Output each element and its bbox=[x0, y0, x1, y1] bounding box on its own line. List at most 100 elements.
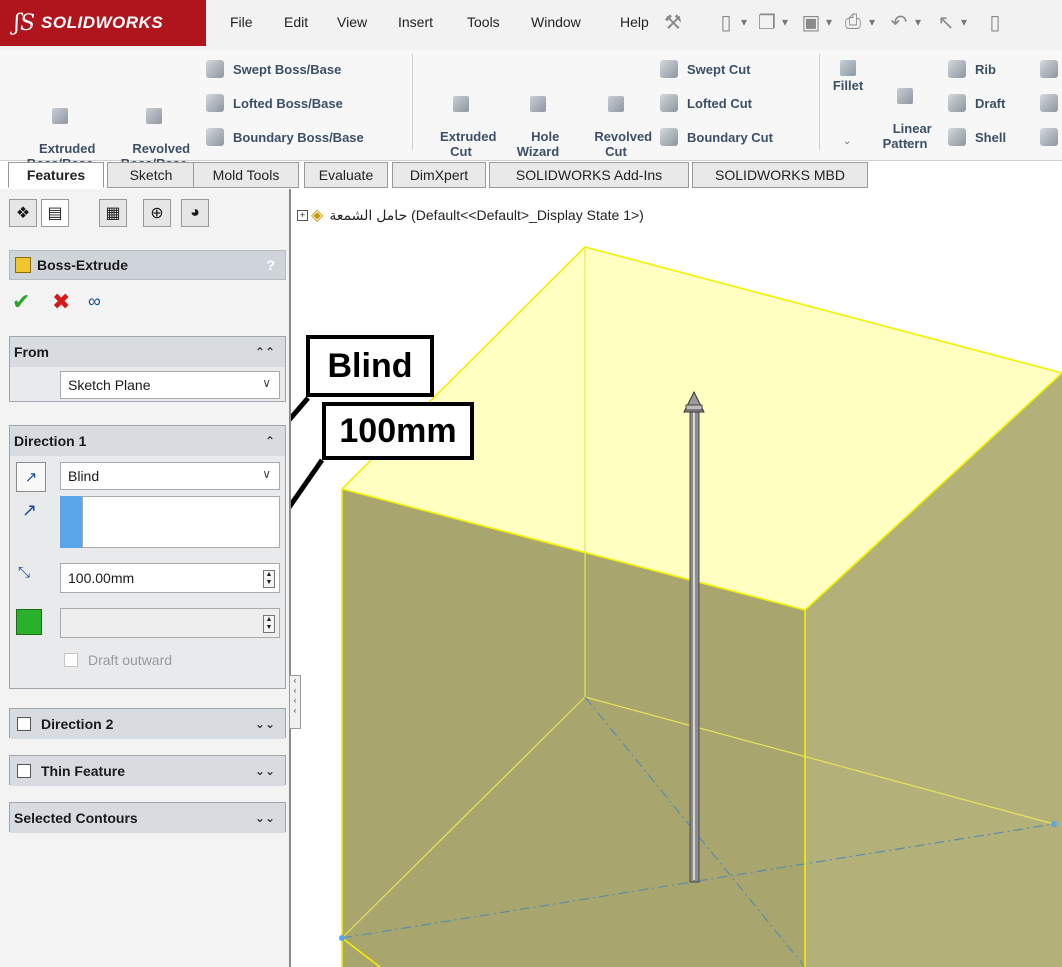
from-select-value: Sketch Plane bbox=[68, 377, 151, 393]
extruded-cut-icon bbox=[453, 96, 469, 112]
expand-icon[interactable]: ⌄⌄ bbox=[255, 717, 275, 731]
wrap-button[interactable] bbox=[1040, 60, 1062, 78]
cancel-x-icon[interactable]: ✖ bbox=[52, 289, 70, 315]
configuration-manager-tab-icon[interactable]: ▦ bbox=[99, 199, 127, 227]
menu-edit[interactable]: Edit bbox=[284, 14, 308, 30]
tab-solidworks-add-ins[interactable]: SOLIDWORKS Add-Ins bbox=[489, 162, 689, 188]
selected-contours-group[interactable]: Selected Contours ⌄⌄ bbox=[9, 802, 286, 833]
feature-title: Boss-Extrude bbox=[37, 257, 129, 273]
fillet-button[interactable]: Fillet bbox=[826, 60, 870, 93]
direction1-group: Direction 1 ⌃ ↗ Blind ∨ ↗ ⤡ 100.00mm ▲ ▼ ▲… bbox=[9, 425, 286, 689]
detailed-preview-icon[interactable]: ∞ bbox=[88, 291, 101, 312]
display-manager-tab-icon[interactable]: ◕ bbox=[181, 199, 209, 227]
feature-tree-root[interactable]: + ◈ حامل الشمعة (Default<<Default>_Displ… bbox=[297, 205, 644, 225]
direction-selection-box[interactable] bbox=[82, 496, 280, 548]
thin-feature-group[interactable]: Thin Feature ⌄⌄ bbox=[9, 755, 286, 786]
selected-contours-header[interactable]: Selected Contours ⌄⌄ bbox=[10, 803, 285, 833]
chevron-down-icon[interactable]: ▾ bbox=[866, 10, 878, 34]
tab-evaluate[interactable]: Evaluate bbox=[304, 162, 388, 188]
menu-view[interactable]: View bbox=[337, 14, 367, 30]
direction1-header[interactable]: Direction 1 ⌃ bbox=[10, 426, 285, 456]
extruded-boss-icon bbox=[52, 108, 68, 124]
ok-check-icon[interactable]: ✔ bbox=[12, 289, 30, 315]
collapse-icon[interactable]: ⌃ bbox=[265, 434, 275, 448]
chevron-down-icon[interactable]: ▾ bbox=[779, 10, 791, 34]
boundary-boss-button[interactable]: Boundary Boss/Base bbox=[206, 128, 364, 146]
depth-input[interactable]: 100.00mm ▲ ▼ bbox=[60, 563, 280, 593]
chevron-down-icon[interactable]: ⌄ bbox=[843, 136, 851, 147]
menu-help[interactable]: Help bbox=[620, 14, 649, 30]
feature-manager-tab-icon[interactable]: ❖ bbox=[9, 199, 37, 227]
depth-callout: 100mm bbox=[322, 402, 474, 460]
direction2-header[interactable]: Direction 2 ⌄⌄ bbox=[10, 709, 285, 739]
revolved-cut-icon bbox=[608, 96, 624, 112]
depth-spin-icon[interactable]: ▲ ▼ bbox=[263, 570, 275, 588]
draft-outward-checkbox[interactable]: Draft outward bbox=[60, 652, 172, 668]
mirror-icon bbox=[1040, 128, 1058, 146]
reverse-direction-icon[interactable]: ↗ bbox=[16, 462, 46, 492]
menu-insert[interactable]: Insert bbox=[398, 14, 433, 30]
save-icon[interactable]: ▣ bbox=[800, 10, 822, 34]
chevron-down-icon[interactable]: ▾ bbox=[823, 10, 835, 34]
help-icon[interactable]: ? bbox=[266, 257, 275, 273]
thin-feature-header[interactable]: Thin Feature ⌄⌄ bbox=[10, 756, 285, 786]
from-select[interactable]: Sketch Plane ∨ bbox=[60, 371, 280, 399]
chevron-down-icon[interactable]: ∨ bbox=[262, 376, 271, 390]
print-icon[interactable]: ⎙ bbox=[842, 10, 864, 34]
lofted-boss-button[interactable]: Lofted Boss/Base bbox=[206, 94, 343, 112]
chevron-down-icon[interactable]: ⌄ bbox=[902, 136, 910, 147]
open-document-icon[interactable]: ❐ bbox=[756, 10, 778, 34]
chevron-down-icon[interactable]: ▾ bbox=[912, 10, 924, 34]
tab-mold-tools[interactable]: Mold Tools bbox=[193, 162, 299, 188]
graphics-viewport[interactable] bbox=[291, 189, 1062, 967]
menu-tools[interactable]: Tools bbox=[467, 14, 500, 30]
chevron-down-icon[interactable]: ▾ bbox=[738, 10, 750, 34]
chevron-down-icon[interactable]: ∨ bbox=[262, 467, 271, 481]
rebuild-icon[interactable]: ▯ bbox=[984, 10, 1006, 34]
hole-wizard-button[interactable]: Hole Wizard bbox=[507, 66, 569, 174]
direction2-header-label: Direction 2 bbox=[41, 716, 114, 732]
new-document-icon[interactable]: ▯ bbox=[715, 10, 737, 34]
lofted-cut-button[interactable]: Lofted Cut bbox=[660, 94, 752, 112]
end-condition-select[interactable]: Blind ∨ bbox=[60, 462, 280, 490]
linear-pattern-button[interactable]: Linear Pattern bbox=[874, 58, 936, 166]
select-pointer-icon[interactable]: ↖ bbox=[935, 10, 957, 34]
boundary-cut-button[interactable]: Boundary Cut bbox=[660, 128, 773, 146]
collapse-icon[interactable]: ⌃⌃ bbox=[255, 345, 275, 359]
direction2-group[interactable]: Direction 2 ⌄⌄ bbox=[9, 708, 286, 739]
revolved-cut-button[interactable]: Revolved Cut bbox=[576, 66, 656, 174]
expand-icon[interactable]: ⌄⌄ bbox=[255, 811, 275, 825]
draft-spin-icon[interactable]: ▲ ▼ bbox=[263, 615, 275, 633]
rib-icon bbox=[948, 60, 966, 78]
mirror-button[interactable] bbox=[1040, 128, 1062, 146]
tab-features[interactable]: Features bbox=[8, 162, 104, 188]
draft-button[interactable]: Draft bbox=[948, 94, 1005, 112]
expand-icon[interactable]: ⌄⌄ bbox=[255, 764, 275, 778]
dimxpert-manager-tab-icon[interactable]: ⊕ bbox=[143, 199, 171, 227]
checkbox-icon[interactable] bbox=[17, 717, 31, 731]
swept-boss-button[interactable]: Swept Boss/Base bbox=[206, 60, 341, 78]
draft-angle-input[interactable]: ▲ ▼ bbox=[60, 608, 280, 638]
from-header[interactable]: From ⌃⌃ bbox=[10, 337, 285, 367]
menu-file[interactable]: File bbox=[230, 14, 253, 30]
shell-button[interactable]: Shell bbox=[948, 128, 1006, 146]
intersect-button[interactable] bbox=[1040, 94, 1062, 112]
tab-solidworks-mbd[interactable]: SOLIDWORKS MBD bbox=[692, 162, 868, 188]
draft-toggle-icon[interactable] bbox=[16, 609, 42, 635]
wrap-icon bbox=[1040, 60, 1058, 78]
rib-button[interactable]: Rib bbox=[948, 60, 996, 78]
menu-window[interactable]: Window bbox=[531, 14, 581, 30]
undo-icon[interactable]: ↶ bbox=[888, 10, 910, 34]
solidworks-logo[interactable]: ʃS SOLIDWORKS bbox=[0, 0, 206, 46]
tab-dimxpert[interactable]: DimXpert bbox=[392, 162, 486, 188]
chevron-down-icon[interactable]: ▾ bbox=[958, 10, 970, 34]
pin-icon[interactable]: ⚒ bbox=[662, 10, 684, 34]
swept-cut-button[interactable]: Swept Cut bbox=[660, 60, 751, 78]
sketch-point bbox=[1051, 821, 1057, 827]
checkbox-icon[interactable] bbox=[17, 764, 31, 778]
panel-collapse-handle-icon[interactable]: ‹ ‹ ‹ ‹ bbox=[289, 675, 301, 729]
tab-sketch[interactable]: Sketch bbox=[107, 162, 195, 188]
extruded-cut-button[interactable]: Extruded Cut bbox=[420, 66, 502, 174]
expand-icon[interactable]: + bbox=[297, 209, 308, 221]
property-manager-tab-icon[interactable]: ▤ bbox=[41, 199, 69, 227]
